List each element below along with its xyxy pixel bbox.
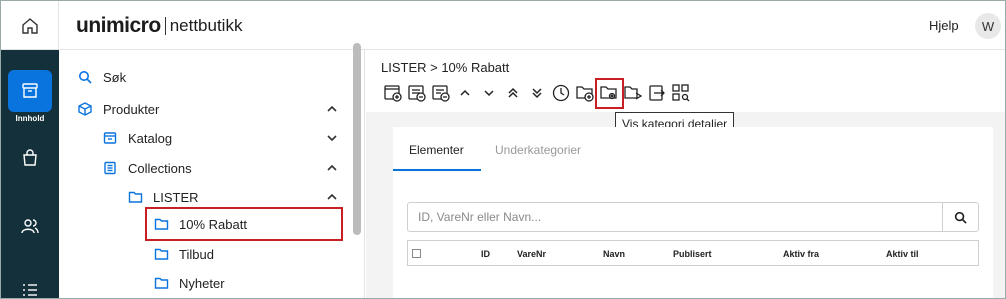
column-aktiv-fra[interactable]: Aktiv fra [783,249,819,259]
sidebar-item-nyheter[interactable]: Nyheter [153,270,225,296]
logo-divider [164,17,166,35]
search-icon [77,69,93,85]
folder-icon [153,275,169,291]
sidebar-item-label: Tilbud [179,246,214,262]
home-button[interactable] [1,1,59,50]
toolbar-button-highlight [595,78,624,109]
logo-brand: unimicro [76,14,161,37]
column-id[interactable]: ID [481,249,490,259]
left-rail: Innhold [1,50,59,298]
remove-list-icon[interactable] [430,82,452,104]
catalog-icon [102,130,118,146]
chevron-up-icon[interactable] [454,82,476,104]
search-input[interactable]: ID, VareNr eller Navn... [407,202,943,232]
table-header: ID VareNr Navn Publisert Aktiv fra Aktiv… [407,240,979,266]
rail-item-innhold[interactable] [8,70,52,112]
breadcrumb: LISTER > 10% Rabatt [381,60,510,75]
tab-elementer[interactable]: Elementer [409,143,464,157]
double-chevron-down-icon[interactable] [526,82,548,104]
user-avatar[interactable]: W [975,13,1001,39]
chevron-down-icon[interactable] [478,82,500,104]
sidebar-item-label: Nyheter [179,275,225,291]
rail-item-list[interactable] [18,278,42,298]
cube-icon [77,101,93,117]
main-header: LISTER > 10% Rabatt [366,50,1005,112]
move-folder-icon[interactable] [622,82,644,104]
sidebar-item-label: Produkter [103,101,160,117]
help-link[interactable]: Hjelp [929,18,959,33]
shopping-bag-icon [23,149,37,166]
sidebar-item-label: Katalog [128,130,173,146]
column-varenr[interactable]: VareNr [517,249,546,259]
sidebar-item-label: Collections [128,160,192,176]
sidebar-item-tilbud[interactable]: Tilbud [153,241,214,267]
sidebar-scrollbar[interactable] [353,43,361,235]
chevron-up-icon[interactable] [326,103,338,115]
collection-icon [102,160,118,176]
chevron-up-icon[interactable] [326,162,338,174]
rail-item-users[interactable] [18,214,42,238]
folder-icon [127,189,143,205]
search-icon [954,211,967,224]
column-aktiv-til[interactable]: Aktiv til [886,249,919,259]
sidebar-item-sok[interactable]: Søk [77,64,126,90]
column-publisert[interactable]: Publisert [673,249,712,259]
sidebar-item-produkter[interactable]: Produkter [77,96,159,122]
grid-search-icon[interactable] [670,82,692,104]
toolbar [382,81,694,105]
tab-underkategorier[interactable]: Underkategorier [495,143,581,157]
double-chevron-up-icon[interactable] [502,82,524,104]
add-folder-icon[interactable] [574,82,596,104]
content-card: Elementer Underkategorier ID, VareNr ell… [393,127,993,298]
list-icon [23,284,37,296]
selected-item-highlight [145,207,343,241]
sidebar-item-collections[interactable]: Collections [102,155,192,181]
logo-product: nettbutikk [169,16,243,35]
column-navn[interactable]: Navn [603,249,625,259]
sidebar-item-label: Søk [103,69,127,85]
folder-icon [153,246,169,262]
rail-item-shop[interactable] [18,146,42,170]
new-item-icon[interactable] [382,82,404,104]
top-bar: unimicro nettbutikk Hjelp W [1,1,1005,50]
sidebar-item-katalog[interactable]: Katalog [102,125,172,151]
app-logo[interactable]: unimicro nettbutikk [76,14,242,38]
users-icon [21,219,39,234]
export-icon[interactable] [646,82,668,104]
select-all-checkbox[interactable] [412,249,421,258]
edit-list-icon[interactable] [406,82,428,104]
box-icon [22,83,38,98]
home-icon [21,17,38,34]
sidebar-item-label: LISTER [153,189,199,205]
app-window: unimicro nettbutikk Hjelp W Innhold Søk … [0,0,1006,299]
rail-active-label: Innhold [15,114,45,123]
chevron-up-icon[interactable] [326,191,338,203]
chevron-down-icon[interactable] [326,132,338,144]
active-tab-indicator [393,169,481,171]
clock-icon[interactable] [550,82,572,104]
search-button[interactable] [942,202,979,232]
